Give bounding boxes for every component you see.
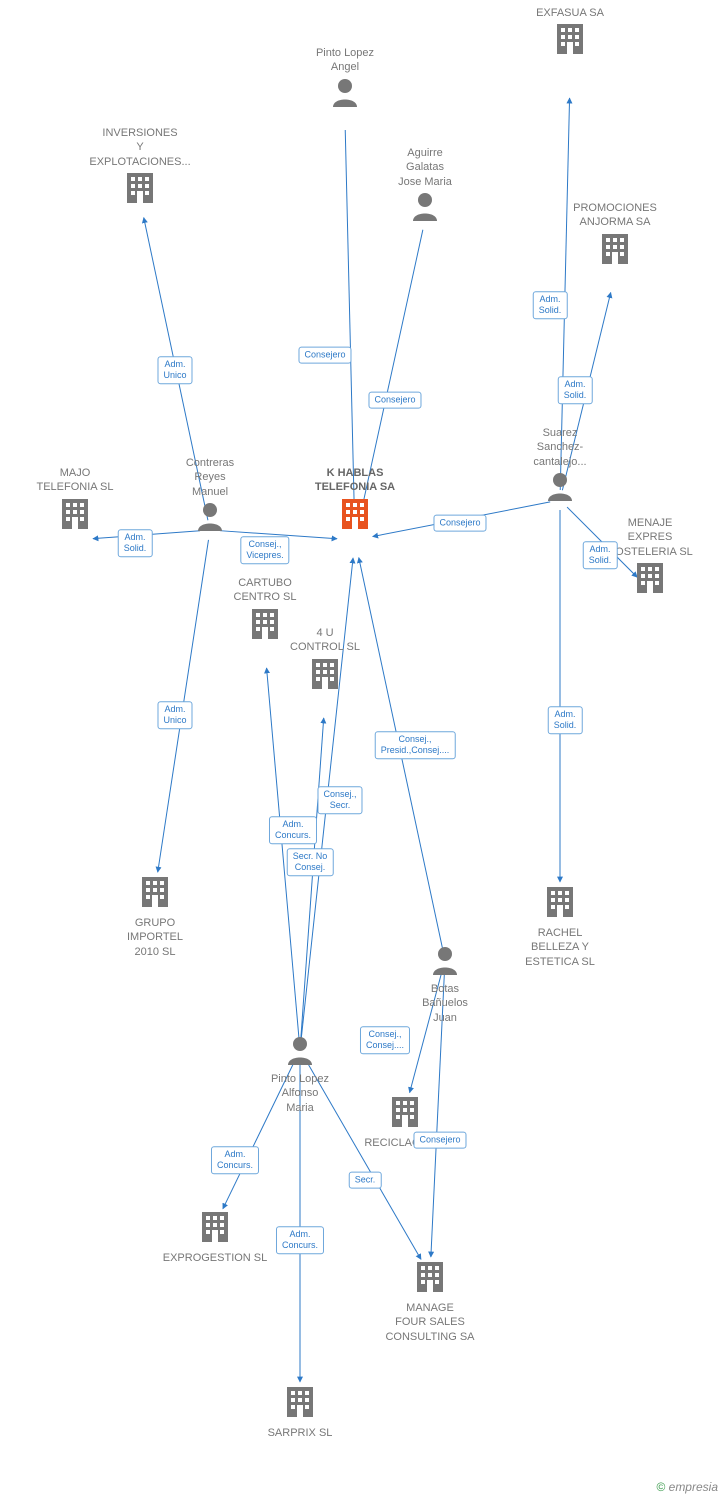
copyright-text: empresia bbox=[669, 1480, 718, 1494]
node-label: RACHEL BELLEZA Y ESTETICA SL bbox=[500, 926, 620, 969]
node-botas[interactable]: Botas Bañuelos Juan bbox=[385, 943, 505, 1025]
person-icon bbox=[196, 501, 224, 531]
node-label: K HABLAS TELEFONIA SA bbox=[295, 466, 415, 495]
person-icon bbox=[546, 471, 574, 501]
building-icon bbox=[600, 232, 630, 266]
building-icon bbox=[390, 1095, 420, 1129]
edge-label: Consej.,Consej.... bbox=[360, 1026, 410, 1054]
edge-label: Adm.Solid. bbox=[558, 376, 593, 404]
node-label: Contreras Reyes Manuel bbox=[150, 456, 270, 499]
node-label: 4 U CONTROL SL bbox=[265, 626, 385, 655]
node-label: EXPROGESTION SL bbox=[155, 1251, 275, 1265]
edge-label: Adm.Concurs. bbox=[276, 1226, 324, 1254]
node-label: GRUPO IMPORTEL 2010 SL bbox=[95, 916, 215, 959]
node-label: MANAGE FOUR SALES CONSULTING SA bbox=[370, 1301, 490, 1344]
node-grupo[interactable]: GRUPO IMPORTEL 2010 SL bbox=[95, 873, 215, 959]
building-icon bbox=[340, 497, 370, 531]
node-pinto_alfonso[interactable]: Pinto Lopez Alfonso Maria bbox=[240, 1033, 360, 1115]
edge-pinto_alfonso-4ucontrol bbox=[301, 718, 324, 1040]
node-promociones[interactable]: PROMOCIONES ANJORMA SA bbox=[555, 201, 675, 273]
node-exfasua[interactable]: EXFASUA SA bbox=[510, 6, 630, 63]
building-icon bbox=[285, 1385, 315, 1419]
building-icon bbox=[60, 497, 90, 531]
node-contreras[interactable]: Contreras Reyes Manuel bbox=[150, 456, 270, 538]
node-label: MAJO TELEFONIA SL bbox=[15, 466, 135, 495]
edge-label: Consejero bbox=[413, 1132, 466, 1149]
edge-label: Adm.Concurs. bbox=[211, 1146, 259, 1174]
node-sarprix[interactable]: SARPRIX SL bbox=[240, 1383, 360, 1440]
edge-label: Consejero bbox=[298, 347, 351, 364]
node-majo[interactable]: MAJO TELEFONIA SL bbox=[15, 466, 135, 538]
node-label: Pinto Lopez Angel bbox=[285, 46, 405, 75]
building-icon bbox=[555, 22, 585, 56]
building-icon bbox=[200, 1210, 230, 1244]
edge-label: Consej.,Presid.,Consej.... bbox=[375, 731, 456, 759]
edge-label: Consejero bbox=[368, 392, 421, 409]
edge-label: Adm.Solid. bbox=[533, 291, 568, 319]
node-label: SARPRIX SL bbox=[240, 1426, 360, 1440]
edge-label: Adm.Unico bbox=[157, 356, 192, 384]
building-icon bbox=[310, 657, 340, 691]
node-label: PROMOCIONES ANJORMA SA bbox=[555, 201, 675, 230]
node-pinto_angel[interactable]: Pinto Lopez Angel bbox=[285, 46, 405, 114]
edge-label: Adm.Unico bbox=[157, 701, 192, 729]
node-label: EXFASUA SA bbox=[510, 6, 630, 20]
node-exprogestion[interactable]: EXPROGESTION SL bbox=[155, 1208, 275, 1265]
node-aguirre[interactable]: Aguirre Galatas Jose Maria bbox=[365, 146, 485, 228]
edge-label: Adm.Concurs. bbox=[269, 816, 317, 844]
node-inversiones[interactable]: INVERSIONES Y EXPLOTACIONES... bbox=[80, 126, 200, 212]
edge-label: Adm.Solid. bbox=[548, 706, 583, 734]
building-icon bbox=[635, 561, 665, 595]
node-suarez[interactable]: Suarez Sanchez- cantalejo... bbox=[500, 426, 620, 508]
copyright: © empresia bbox=[656, 1480, 718, 1494]
building-icon bbox=[140, 875, 170, 909]
building-icon bbox=[415, 1260, 445, 1294]
building-icon bbox=[125, 171, 155, 205]
edge-label: Consej.,Vicepres. bbox=[240, 536, 289, 564]
edge-label: Adm.Solid. bbox=[118, 529, 153, 557]
node-4ucontrol[interactable]: 4 U CONTROL SL bbox=[265, 626, 385, 698]
edge-label: Consej.,Secr. bbox=[317, 786, 362, 814]
edge-label: Consejero bbox=[433, 515, 486, 532]
building-icon bbox=[545, 885, 575, 919]
person-icon bbox=[286, 1035, 314, 1065]
person-icon bbox=[411, 191, 439, 221]
person-icon bbox=[331, 77, 359, 107]
node-khablas[interactable]: K HABLAS TELEFONIA SA bbox=[295, 466, 415, 538]
node-label: Suarez Sanchez- cantalejo... bbox=[500, 426, 620, 469]
node-label: INVERSIONES Y EXPLOTACIONES... bbox=[80, 126, 200, 169]
edge-label: Secr. bbox=[349, 1172, 382, 1189]
node-label: Botas Bañuelos Juan bbox=[385, 982, 505, 1025]
edge-pinto_angel-khablas bbox=[345, 130, 354, 522]
node-label: CARTUBO CENTRO SL bbox=[205, 576, 325, 605]
edge-label: Adm.Solid. bbox=[583, 541, 618, 569]
node-rachel[interactable]: RACHEL BELLEZA Y ESTETICA SL bbox=[500, 883, 620, 969]
node-label: Pinto Lopez Alfonso Maria bbox=[240, 1072, 360, 1115]
person-icon bbox=[431, 945, 459, 975]
edge-label: Secr. NoConsej. bbox=[287, 848, 334, 876]
node-manage4[interactable]: MANAGE FOUR SALES CONSULTING SA bbox=[370, 1258, 490, 1344]
node-label: Aguirre Galatas Jose Maria bbox=[365, 146, 485, 189]
